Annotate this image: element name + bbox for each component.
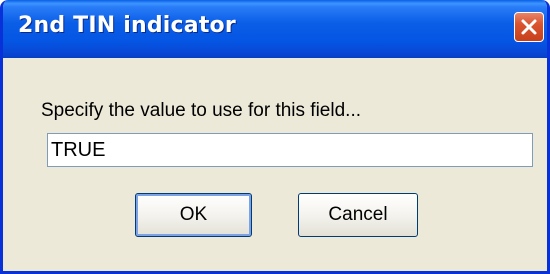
title-bar[interactable]: 2nd TIN indicator bbox=[3, 0, 547, 58]
close-button[interactable] bbox=[514, 12, 544, 42]
close-icon bbox=[521, 19, 537, 35]
dialog-window: 2nd TIN indicator Specify the value to u… bbox=[0, 0, 550, 274]
value-input[interactable] bbox=[47, 133, 533, 167]
cancel-button[interactable]: Cancel bbox=[298, 193, 418, 237]
dialog-title: 2nd TIN indicator bbox=[18, 13, 236, 38]
prompt-label: Specify the value to use for this field.… bbox=[41, 100, 362, 121]
ok-button[interactable]: OK bbox=[135, 193, 252, 237]
